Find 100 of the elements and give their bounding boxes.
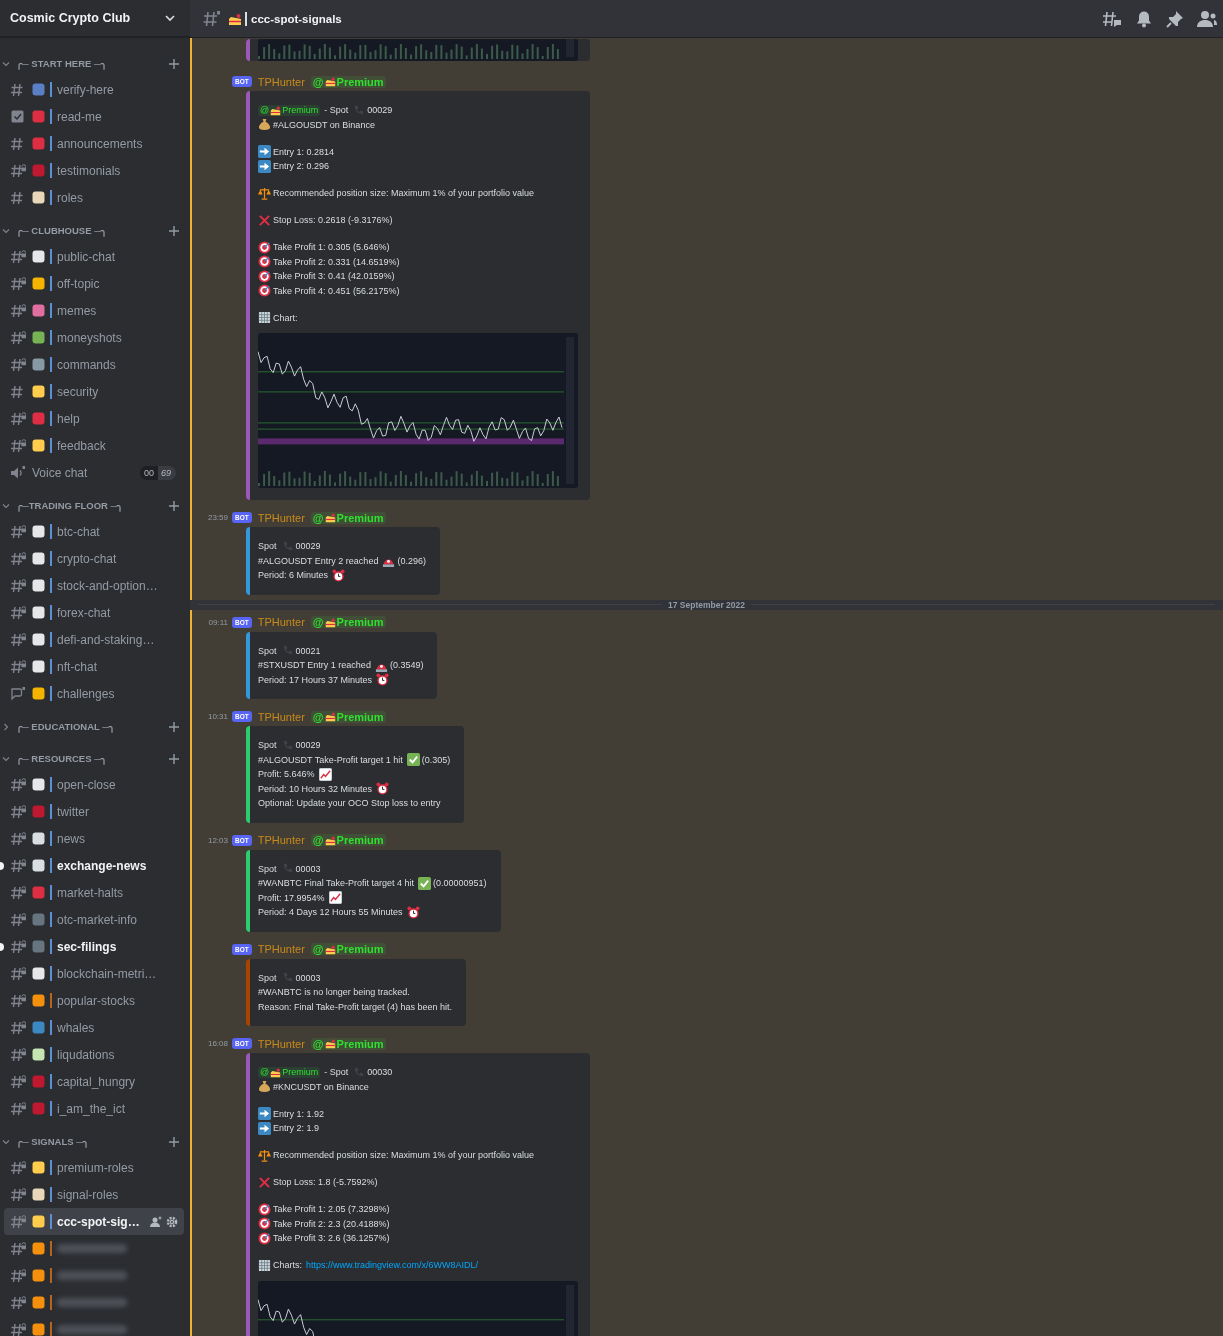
channel-item[interactable]: challenges xyxy=(4,680,184,707)
volume-bar xyxy=(521,480,524,486)
channel-item[interactable]: read-me xyxy=(4,103,184,130)
author-name[interactable]: TPHunter xyxy=(257,834,305,846)
volume-bar xyxy=(536,474,539,486)
author-name[interactable]: TPHunter xyxy=(257,1037,305,1050)
channel-item[interactable]: defi-and-staking… xyxy=(4,626,184,653)
chevron-icon[interactable] xyxy=(2,1137,10,1146)
channel-item[interactable]: help xyxy=(4,405,184,432)
role-mention[interactable]: @ Premium xyxy=(258,1066,321,1078)
role-mention[interactable]: @ Premium xyxy=(310,1037,386,1050)
channel-item[interactable]: liqudations xyxy=(4,1041,184,1068)
channel-item[interactable]: forex-chat xyxy=(4,599,184,626)
message-text: 00021 xyxy=(295,645,321,656)
channel-item[interactable]: i_am_the_ict xyxy=(4,1095,184,1122)
chevron-icon[interactable] xyxy=(2,501,10,510)
channel-item[interactable]: memes xyxy=(4,297,184,324)
channel-item[interactable]: btc-chat xyxy=(4,518,184,545)
author-name[interactable]: TPHunter xyxy=(257,511,305,524)
category-label[interactable]: ╭─ RESOURCES ─╮ xyxy=(16,753,168,764)
category-label[interactable]: ╭─ EDUCATIONAL ─╮ xyxy=(16,721,168,732)
author-name[interactable]: TPHunter xyxy=(257,75,305,88)
role-mention[interactable]: @ Premium xyxy=(310,710,386,723)
chevron-icon[interactable] xyxy=(2,226,10,235)
channel-item[interactable]: off-topic xyxy=(4,270,184,297)
message-text: Period: 10 Hours 32 Minutes xyxy=(258,783,373,794)
link[interactable]: https://www.tradingview.com/x/6WW8AIDL/ xyxy=(306,1260,479,1271)
message-text: Profit: 17.9954% xyxy=(258,892,325,903)
message-text: Charts: xyxy=(273,1260,302,1271)
author-name[interactable]: TPHunter xyxy=(257,710,305,723)
members-icon[interactable] xyxy=(1197,9,1217,28)
chevron-icon[interactable] xyxy=(2,722,10,731)
channel-item[interactable]: verify-here xyxy=(4,76,184,103)
channel-item[interactable]: capital_hungry xyxy=(4,1068,184,1095)
volume-bar xyxy=(491,45,494,59)
add-member-icon[interactable] xyxy=(150,1215,162,1228)
role-mention[interactable]: @ Premium xyxy=(258,104,321,116)
channel-item[interactable]: commands xyxy=(4,351,184,378)
role-mention[interactable]: @ Premium xyxy=(310,834,386,846)
role-mention[interactable]: @ Premium xyxy=(310,75,386,88)
channel-item[interactable]: Voice chat 00 69 xyxy=(4,459,184,486)
channel-item[interactable]: public-chat xyxy=(4,243,184,270)
channel-item[interactable]: news xyxy=(4,825,184,852)
plus-icon[interactable] xyxy=(168,57,180,70)
channel-item[interactable]: ccc-spot-sig… xyxy=(4,1208,184,1235)
channel-item[interactable]: sec-filings xyxy=(4,933,184,960)
volume-bar xyxy=(303,44,306,59)
chevron-icon[interactable] xyxy=(2,754,10,763)
channel-item[interactable]: crypto-chat xyxy=(4,545,184,572)
emoji-icon xyxy=(32,1215,45,1228)
author-name[interactable]: TPHunter xyxy=(257,616,305,628)
channel-item[interactable]: open-close xyxy=(4,771,184,798)
plus-icon[interactable] xyxy=(168,1135,180,1148)
channel-item[interactable]: whales xyxy=(4,1014,184,1041)
role-mention[interactable]: @ Premium xyxy=(310,511,386,524)
channel-item[interactable]: security xyxy=(4,378,184,405)
threads-icon[interactable] xyxy=(1102,9,1122,28)
message-text: #WANBTC is no longer being tracked. xyxy=(258,987,410,998)
role-mention[interactable]: @ Premium xyxy=(310,943,386,955)
channel-item[interactable]: premium-roles xyxy=(4,1154,184,1181)
plus-icon[interactable] xyxy=(168,224,180,237)
volume-bar xyxy=(318,48,321,59)
plus-icon[interactable] xyxy=(168,720,180,733)
emoji-icon xyxy=(32,805,45,818)
message-text: Spot xyxy=(258,541,277,552)
message-text: Take Profit 1: 2.05 (7.3298%) xyxy=(273,1204,390,1215)
author-name[interactable]: TPHunter xyxy=(257,943,305,955)
channel-item[interactable]: otc-market-info xyxy=(4,906,184,933)
plus-icon[interactable] xyxy=(168,752,180,765)
emoji-icon xyxy=(32,940,45,953)
volume-bar xyxy=(480,475,483,486)
role-mention[interactable]: @ Premium xyxy=(310,616,386,628)
target-icon xyxy=(258,1202,271,1216)
channel-item[interactable]: signal-roles xyxy=(4,1181,184,1208)
category-label[interactable]: ╭─ CLUBHOUSE ─╮ xyxy=(16,225,168,236)
channel-item[interactable]: moneyshots xyxy=(4,324,184,351)
emoji-icon xyxy=(32,137,45,150)
category-label[interactable]: ╭─ SIGNALS ─╮ xyxy=(16,1136,168,1147)
channel-item[interactable]: testimonials xyxy=(4,157,184,184)
channel-item[interactable]: popular-stocks xyxy=(4,987,184,1014)
chevron-icon[interactable] xyxy=(2,59,10,68)
channel-item[interactable]: market-halts xyxy=(4,879,184,906)
channel-item[interactable]: exchange-news xyxy=(4,852,184,879)
channel-item[interactable]: twitter xyxy=(4,798,184,825)
volume-bar xyxy=(516,45,519,59)
emoji-icon xyxy=(32,1161,45,1174)
bell-icon[interactable] xyxy=(1135,9,1153,28)
channel-item[interactable]: roles xyxy=(4,184,184,211)
settings-icon[interactable] xyxy=(166,1215,178,1228)
category-label[interactable]: ╭─TRADING FLOOR ─╮ xyxy=(16,500,168,511)
channel-item[interactable]: announcements xyxy=(4,130,184,157)
channel-item[interactable]: blockchain-metri… xyxy=(4,960,184,987)
pin-icon[interactable] xyxy=(1166,9,1184,28)
channel-item[interactable]: feedback xyxy=(4,432,184,459)
plus-icon[interactable] xyxy=(168,499,180,512)
channel-item[interactable]: nft-chat xyxy=(4,653,184,680)
channel-item[interactable]: stock-and-option… xyxy=(4,572,184,599)
message-text: Take Profit 3: 2.6 (36.1257%) xyxy=(273,1233,390,1244)
category-label[interactable]: ╭─ START HERE ─╮ xyxy=(16,58,168,69)
chevron-down-icon[interactable] xyxy=(164,12,176,24)
